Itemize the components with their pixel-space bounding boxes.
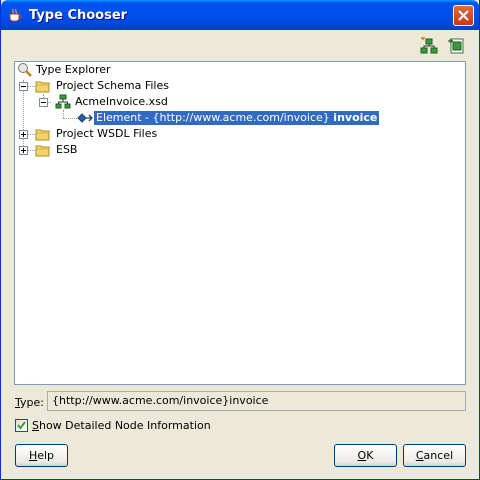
tree-node-label: Project Schema Files (56, 79, 169, 92)
close-button[interactable] (453, 5, 474, 26)
cancel-button[interactable]: Cancel (403, 444, 466, 467)
ok-label: K (366, 449, 374, 462)
tree-collapse-toggle[interactable] (39, 98, 48, 107)
dialog-title: Type Chooser (29, 8, 128, 23)
app-cup-icon (7, 7, 23, 23)
add-schema-icon[interactable] (420, 36, 438, 55)
type-chooser-dialog: Type Chooser Type Explorer Project Schem… (0, 0, 480, 480)
tree-connector (63, 118, 77, 119)
ok-mnemonic: O (357, 449, 367, 462)
element-namespace-text: Element - {http://www.acme.com/invoice} (96, 111, 330, 124)
tree-expand-toggle[interactable] (19, 146, 28, 155)
tree-node-label: AcmeInvoice.xsd (75, 95, 168, 108)
tree-collapse-toggle[interactable] (19, 82, 28, 91)
folder-icon (35, 142, 51, 161)
cancel-mnemonic: C (415, 449, 424, 462)
type-explorer-icon (17, 62, 33, 81)
checkbox-label-text: how Detailed Node Information (38, 419, 211, 432)
tree-expand-toggle[interactable] (19, 130, 28, 139)
help-label: elp (37, 449, 55, 462)
import-schema-icon[interactable] (447, 37, 465, 55)
checkbox-label-mnemonic: S (32, 419, 39, 432)
tree-node-label: Project WSDL Files (56, 127, 158, 140)
show-detailed-node-info-label[interactable]: Show Detailed Node Information (32, 419, 211, 432)
title-bar[interactable]: Type Chooser (1, 0, 479, 30)
help-button[interactable]: Help (15, 444, 68, 467)
type-field-label: Type: (15, 396, 44, 409)
selected-node-label: Element - {http://www.acme.com/invoice} … (94, 111, 380, 125)
cancel-label: ancel (423, 449, 454, 462)
type-explorer-tree[interactable]: Type Explorer Project Schema Files AcmeI… (14, 61, 466, 385)
element-name-text: invoice (333, 111, 378, 124)
close-icon (458, 10, 469, 21)
help-mnemonic: H (28, 449, 38, 462)
folder-icon (35, 78, 51, 97)
schema-file-icon (55, 94, 71, 113)
tree-node-label: ESB (56, 143, 78, 156)
type-field[interactable]: {http://www.acme.com/invoice}invoice (47, 391, 466, 411)
ok-button[interactable]: OK (334, 444, 397, 467)
type-label-text: ype: (20, 396, 44, 409)
checkmark-icon (17, 421, 26, 430)
tree-node-label: Type Explorer (36, 63, 111, 76)
show-detailed-node-info-checkbox[interactable] (15, 419, 28, 432)
